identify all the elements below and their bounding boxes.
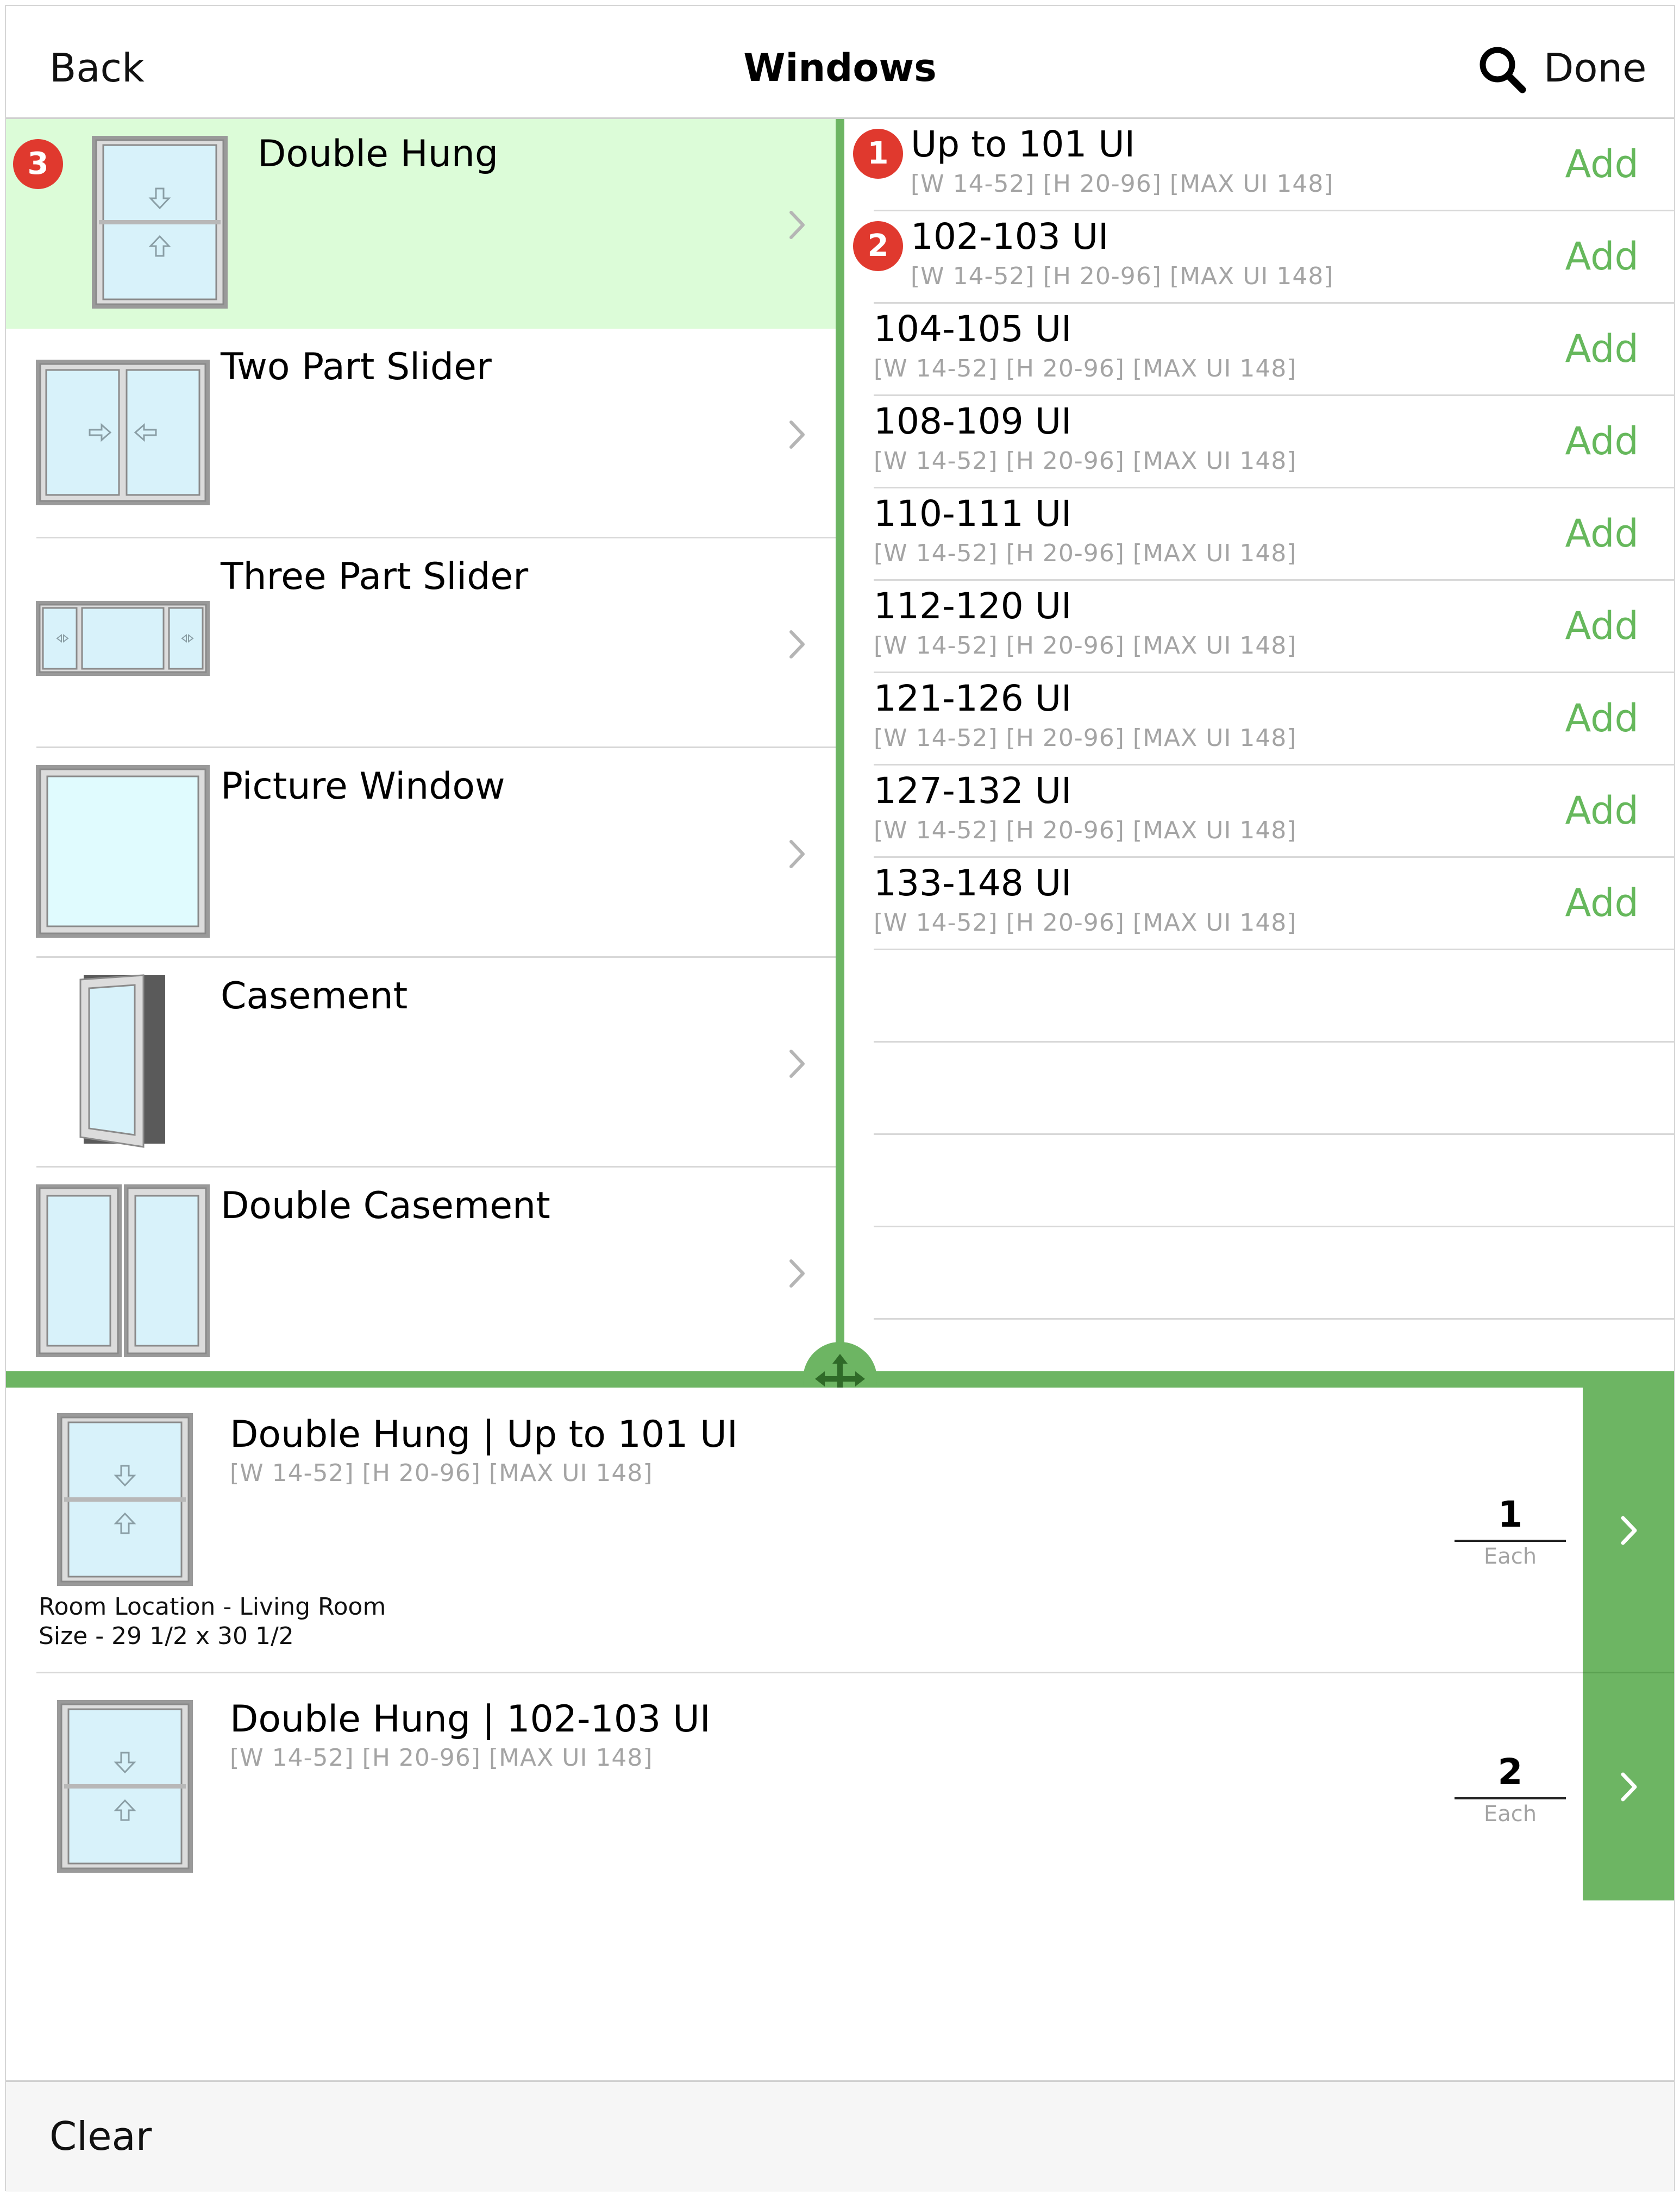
- selected-items-list: Double Hung | Up to 101 UI [W 14-52] [H …: [6, 1388, 1674, 2080]
- window-type-row-double-casement[interactable]: Double Casement: [6, 1168, 837, 1371]
- add-button[interactable]: Add: [1565, 417, 1639, 466]
- chevron-right-icon: [789, 1259, 805, 1288]
- size-spec: [W 14-52] [H 20-96] [MAX UI 148]: [874, 447, 1297, 475]
- step-badge: 2: [853, 221, 903, 271]
- step-badge: 3: [13, 139, 63, 189]
- empty-row: [874, 1135, 1674, 1227]
- empty-row: [874, 1227, 1674, 1320]
- quantity-underline: [1455, 1540, 1566, 1542]
- page-title: Windows: [743, 46, 937, 90]
- picture-window-icon: [36, 765, 210, 938]
- window-type-list: 3 Double Hung Two Part Slider Three Part…: [6, 119, 837, 1371]
- size-spec: [W 14-52] [H 20-96] [MAX UI 148]: [911, 262, 1334, 290]
- quantity-underline: [1455, 1797, 1566, 1799]
- add-button[interactable]: Add: [1565, 694, 1639, 743]
- windows-screen: Back Windows Done 3 Double Hung Two Part…: [0, 0, 1680, 2196]
- size-name: 121-126 UI: [874, 677, 1072, 719]
- chevron-right-icon: [789, 840, 805, 868]
- step-badge: 1: [853, 129, 903, 179]
- two-part-slider-icon: [36, 360, 210, 505]
- size-name: 108-109 UI: [874, 400, 1072, 442]
- size-row[interactable]: 108-109 UI [W 14-52] [H 20-96] [MAX UI 1…: [874, 396, 1674, 488]
- cart-item[interactable]: Double Hung | 102-103 UI [W 14-52] [H 20…: [6, 1673, 1674, 1900]
- add-button[interactable]: Add: [1565, 879, 1639, 927]
- size-spec: [W 14-52] [H 20-96] [MAX UI 148]: [874, 539, 1297, 567]
- window-type-name: Casement: [221, 975, 408, 1018]
- window-type-name: Double Casement: [221, 1184, 550, 1227]
- window-type-row-two-part-slider[interactable]: Two Part Slider: [6, 329, 837, 538]
- size-name: Up to 101 UI: [911, 123, 1136, 165]
- empty-row: [874, 1043, 1674, 1135]
- cart-item-spec: [W 14-52] [H 20-96] [MAX UI 148]: [230, 1744, 653, 1772]
- size-spec: [W 14-52] [H 20-96] [MAX UI 148]: [874, 817, 1297, 844]
- search-icon[interactable]: [1476, 43, 1530, 97]
- size-spec: [W 14-52] [H 20-96] [MAX UI 148]: [911, 170, 1334, 198]
- size-row[interactable]: 133-148 UI [W 14-52] [H 20-96] [MAX UI 1…: [874, 858, 1674, 950]
- chevron-right-icon: [789, 1050, 805, 1078]
- size-row[interactable]: 104-105 UI [W 14-52] [H 20-96] [MAX UI 1…: [874, 304, 1674, 396]
- double-casement-window-icon: [36, 1184, 210, 1357]
- window-size: Size - 29 1/2 x 30 1/2: [39, 1622, 294, 1650]
- size-spec: [W 14-52] [H 20-96] [MAX UI 148]: [874, 724, 1297, 752]
- add-button[interactable]: Add: [1565, 601, 1639, 650]
- double-hung-window-icon: [57, 1413, 193, 1586]
- vertical-splitter[interactable]: [836, 119, 844, 1377]
- cart-item[interactable]: Double Hung | Up to 101 UI [W 14-52] [H …: [6, 1388, 1674, 1673]
- bottom-toolbar: Clear: [6, 2080, 1674, 2192]
- window-type-name: Three Part Slider: [221, 555, 529, 598]
- size-name: 110-111 UI: [874, 493, 1072, 535]
- quantity-value[interactable]: 2: [1455, 1750, 1566, 1794]
- size-list: 1 Up to 101 UI [W 14-52] [H 20-96] [MAX …: [845, 119, 1674, 1371]
- add-button[interactable]: Add: [1565, 786, 1639, 835]
- cart-item-title: Double Hung | 102-103 UI: [230, 1698, 711, 1741]
- chevron-right-icon: [789, 211, 805, 239]
- quantity-value[interactable]: 1: [1455, 1493, 1566, 1536]
- add-button[interactable]: Add: [1565, 140, 1639, 189]
- quantity-unit: Each: [1483, 1544, 1537, 1569]
- size-name: 127-132 UI: [874, 770, 1072, 812]
- size-spec: [W 14-52] [H 20-96] [MAX UI 148]: [874, 632, 1297, 660]
- quantity-unit: Each: [1483, 1802, 1537, 1827]
- casement-window-icon: [79, 974, 165, 1148]
- cart-item-title: Double Hung | Up to 101 UI: [230, 1413, 738, 1456]
- window-type-name: Double Hung: [258, 133, 499, 175]
- add-button[interactable]: Add: [1565, 509, 1639, 558]
- chevron-right-icon: [789, 421, 805, 449]
- size-row[interactable]: 1 Up to 101 UI [W 14-52] [H 20-96] [MAX …: [853, 119, 1674, 211]
- add-button[interactable]: Add: [1565, 232, 1639, 281]
- done-button[interactable]: Done: [1544, 41, 1646, 95]
- size-name: 104-105 UI: [874, 308, 1072, 350]
- size-spec: [W 14-52] [H 20-96] [MAX UI 148]: [874, 909, 1297, 937]
- add-button[interactable]: Add: [1565, 324, 1639, 373]
- clear-button[interactable]: Clear: [49, 2109, 152, 2163]
- edit-item-button[interactable]: [1583, 1673, 1674, 1900]
- size-row[interactable]: 112-120 UI [W 14-52] [H 20-96] [MAX UI 1…: [874, 581, 1674, 673]
- window-type-row-picture-window[interactable]: Picture Window: [6, 748, 837, 958]
- chevron-right-icon: [1621, 1772, 1637, 1802]
- double-hung-window-icon: [57, 1700, 193, 1873]
- chevron-right-icon: [789, 630, 805, 658]
- size-name: 112-120 UI: [874, 585, 1072, 627]
- size-row[interactable]: 127-132 UI [W 14-52] [H 20-96] [MAX UI 1…: [874, 766, 1674, 858]
- room-location: Room Location - Living Room: [39, 1593, 386, 1621]
- three-part-slider-icon: [36, 601, 210, 676]
- window-type-row-casement[interactable]: Casement: [6, 958, 837, 1168]
- cart-item-spec: [W 14-52] [H 20-96] [MAX UI 148]: [230, 1459, 653, 1487]
- row-divider: [874, 1318, 1674, 1320]
- size-spec: [W 14-52] [H 20-96] [MAX UI 148]: [874, 355, 1297, 382]
- empty-row: [874, 950, 1674, 1043]
- edit-item-button[interactable]: [1583, 1388, 1674, 1673]
- size-row[interactable]: 2 102-103 UI [W 14-52] [H 20-96] [MAX UI…: [853, 211, 1674, 304]
- window-type-row-double-hung[interactable]: 3 Double Hung: [6, 119, 837, 329]
- size-row[interactable]: 110-111 UI [W 14-52] [H 20-96] [MAX UI 1…: [874, 488, 1674, 581]
- size-name: 102-103 UI: [911, 216, 1109, 258]
- window-type-name: Picture Window: [221, 765, 505, 808]
- size-row[interactable]: 121-126 UI [W 14-52] [H 20-96] [MAX UI 1…: [874, 673, 1674, 766]
- window-type-name: Two Part Slider: [221, 346, 492, 388]
- double-hung-window-icon: [92, 136, 228, 309]
- chevron-right-icon: [1621, 1516, 1637, 1545]
- size-name: 133-148 UI: [874, 862, 1072, 904]
- window-type-row-three-part-slider[interactable]: Three Part Slider: [6, 538, 837, 748]
- navigation-bar: Back Windows Done: [6, 6, 1674, 119]
